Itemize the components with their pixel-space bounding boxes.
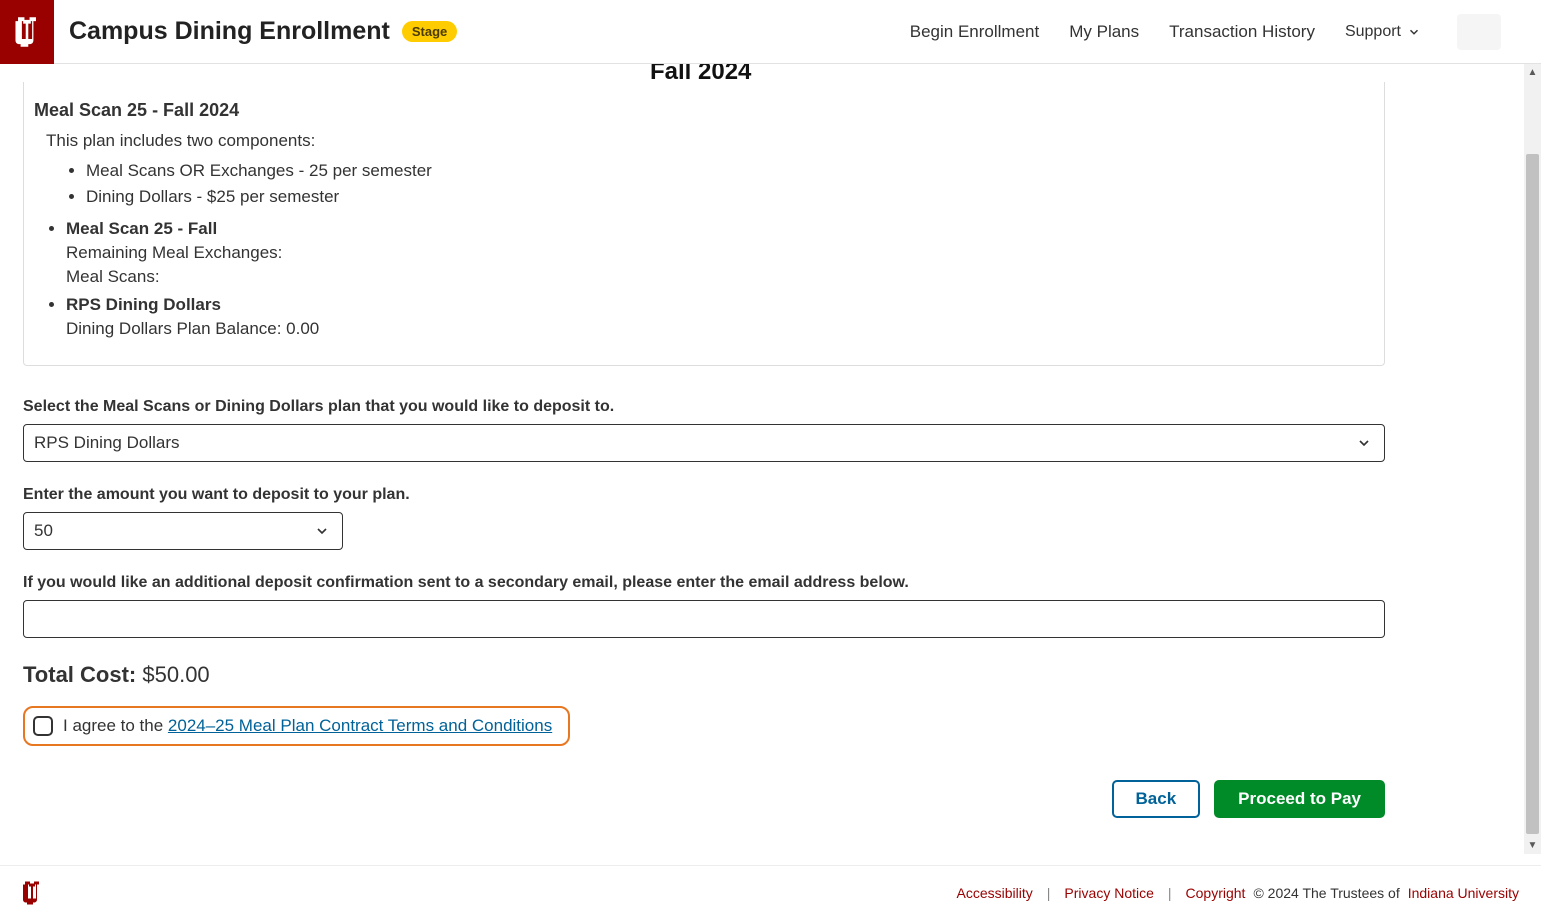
iu-trident-icon — [22, 880, 42, 906]
chevron-down-icon — [1356, 435, 1372, 451]
field-email: If you would like an additional deposit … — [23, 574, 1385, 638]
subplan-detail: Remaining Meal Exchanges: — [66, 243, 1374, 263]
vertical-scrollbar[interactable]: ▲ ▼ — [1524, 64, 1541, 854]
plan-subplans-list: Meal Scan 25 - Fall Remaining Meal Excha… — [46, 219, 1374, 339]
nav-my-plans[interactable]: My Plans — [1069, 22, 1139, 42]
email-label: If you would like an additional deposit … — [23, 574, 1385, 592]
chevron-down-icon — [1407, 25, 1421, 39]
field-select-plan: Select the Meal Scans or Dining Dollars … — [23, 398, 1385, 462]
amount-value: 50 — [34, 521, 53, 541]
iu-logo-block[interactable] — [0, 0, 54, 64]
amount-dropdown[interactable]: 50 — [23, 512, 343, 550]
term-heading: Fall 2024 — [650, 64, 751, 86]
footer-privacy-link[interactable]: Privacy Notice — [1064, 885, 1153, 901]
scrollbar-thumb[interactable] — [1526, 154, 1539, 834]
terms-prefix: I agree to the — [63, 716, 168, 735]
plan-intro: This plan includes two components: — [46, 131, 1374, 151]
amount-label: Enter the amount you want to deposit to … — [23, 486, 1385, 504]
nav-begin-enrollment[interactable]: Begin Enrollment — [910, 22, 1039, 42]
nav-support-label: Support — [1345, 23, 1401, 41]
subplan-detail: Meal Scans: — [66, 267, 1374, 287]
subplan-detail: Dining Dollars Plan Balance: 0.00 — [66, 319, 1374, 339]
footer-copyright-link[interactable]: Copyright — [1186, 885, 1246, 901]
iu-trident-icon — [14, 16, 40, 48]
total-cost-label: Total Cost: — [23, 662, 136, 687]
footer-separator: | — [1168, 885, 1172, 901]
terms-text: I agree to the 2024–25 Meal Plan Contrac… — [63, 716, 552, 736]
select-plan-label: Select the Meal Scans or Dining Dollars … — [23, 398, 1385, 416]
total-cost: Total Cost: $50.00 — [23, 662, 1385, 688]
proceed-to-pay-button[interactable]: Proceed to Pay — [1214, 780, 1385, 818]
plan-components-list: Meal Scans OR Exchanges - 25 per semeste… — [66, 161, 1374, 207]
secondary-email-input[interactable] — [23, 600, 1385, 638]
subplan-label: RPS Dining Dollars — [66, 295, 221, 314]
terms-agree-row: I agree to the 2024–25 Meal Plan Contrac… — [23, 706, 570, 746]
nav-support[interactable]: Support — [1345, 23, 1421, 41]
subplan-item: Meal Scan 25 - Fall Remaining Meal Excha… — [66, 219, 1374, 287]
terms-link[interactable]: 2024–25 Meal Plan Contract Terms and Con… — [168, 716, 552, 735]
deposit-form: Select the Meal Scans or Dining Dollars … — [0, 366, 1408, 818]
field-amount: Enter the amount you want to deposit to … — [23, 486, 1385, 550]
plan-component-item: Dining Dollars - $25 per semester — [86, 187, 1374, 207]
plan-component-item: Meal Scans OR Exchanges - 25 per semeste… — [86, 161, 1374, 181]
header-bar: Campus Dining Enrollment Stage Begin Enr… — [0, 0, 1541, 64]
action-buttons: Back Proceed to Pay — [23, 780, 1385, 818]
total-cost-value: $50.00 — [142, 662, 209, 687]
app-title: Campus Dining Enrollment — [69, 17, 390, 46]
terms-checkbox[interactable] — [33, 716, 53, 736]
main-content: Fall 2024 Meal Scan 25 - Fall 2024 This … — [0, 64, 1408, 865]
footer-accessibility-link[interactable]: Accessibility — [957, 885, 1033, 901]
avatar[interactable] — [1457, 14, 1501, 50]
footer-links: Accessibility | Privacy Notice | Copyrig… — [957, 885, 1519, 901]
stage-badge: Stage — [402, 21, 457, 42]
scroll-down-arrow-icon[interactable]: ▼ — [1524, 837, 1541, 854]
back-button[interactable]: Back — [1112, 780, 1201, 818]
footer-copyright-text: © 2024 The Trustees of — [1253, 885, 1399, 901]
footer-separator: | — [1047, 885, 1051, 901]
main-nav: Begin Enrollment My Plans Transaction Hi… — [910, 14, 1541, 50]
footer-iu-link[interactable]: Indiana University — [1408, 885, 1519, 901]
subplan-label: Meal Scan 25 - Fall — [66, 219, 217, 238]
plan-card: Meal Scan 25 - Fall 2024 This plan inclu… — [23, 82, 1385, 366]
select-plan-value: RPS Dining Dollars — [34, 433, 180, 453]
chevron-down-icon — [314, 523, 330, 539]
plan-title: Meal Scan 25 - Fall 2024 — [34, 100, 1374, 121]
select-plan-dropdown[interactable]: RPS Dining Dollars — [23, 424, 1385, 462]
nav-transaction-history[interactable]: Transaction History — [1169, 22, 1315, 42]
subplan-item: RPS Dining Dollars Dining Dollars Plan B… — [66, 295, 1374, 339]
footer: Accessibility | Privacy Notice | Copyrig… — [0, 865, 1541, 919]
scroll-up-arrow-icon[interactable]: ▲ — [1524, 64, 1541, 81]
